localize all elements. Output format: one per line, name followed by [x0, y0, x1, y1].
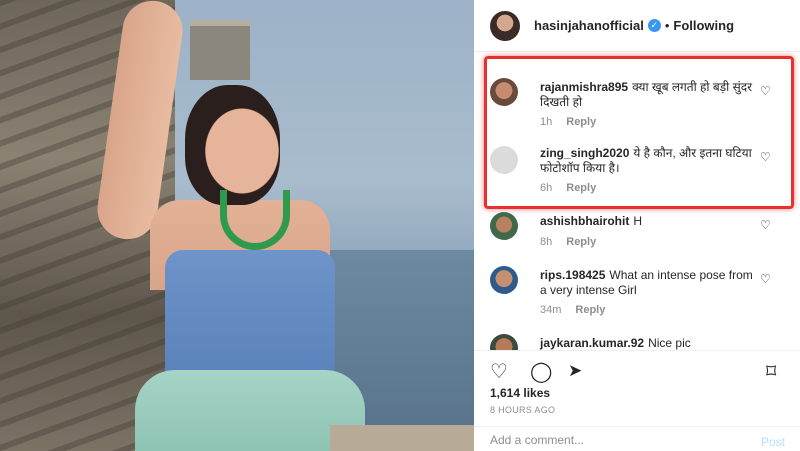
comments-list[interactable]: rajanmishra895 क्या खूब लगती हो बड़ी सुंद… — [474, 52, 800, 350]
commenter-avatar[interactable] — [490, 146, 518, 174]
author-avatar[interactable] — [490, 10, 520, 41]
comment-username[interactable]: jaykaran.kumar.92 — [540, 336, 644, 350]
post-side-panel: hasinjahanofficial ✓ • Following rajanmi… — [474, 0, 800, 451]
comment-body: jaykaran.kumar.92 Nice pic — [540, 336, 755, 350]
share-paper-plane-icon[interactable]: ➤ — [568, 361, 582, 381]
comment-username[interactable]: rajanmishra895 — [540, 80, 628, 94]
comment-username[interactable]: ashishbhairohit — [540, 214, 629, 228]
comment-text: Nice pic — [648, 336, 691, 350]
like-comment-heart-icon[interactable]: ♡ — [760, 84, 771, 98]
comment-username[interactable]: zing_singh2020 — [540, 146, 629, 160]
photo-head — [185, 85, 280, 205]
save-bookmark-icon[interactable]: ⌑ — [766, 359, 776, 384]
comment-age: 1h — [540, 116, 553, 128]
comment-meta: 1h Reply — [540, 116, 596, 128]
comment-meta: 6h Reply — [540, 182, 596, 194]
comment-age: 34m — [540, 304, 562, 316]
likes-count[interactable]: 1,614 likes — [490, 386, 550, 400]
post-comment-button[interactable]: Post — [761, 435, 785, 449]
commenter-avatar[interactable] — [490, 212, 518, 240]
like-comment-heart-icon[interactable]: ♡ — [760, 272, 771, 286]
comment-username[interactable]: rips.198425 — [540, 268, 605, 282]
commenter-avatar[interactable] — [490, 78, 518, 106]
like-comment-heart-icon[interactable]: ♡ — [760, 218, 771, 232]
photo-ledge — [330, 425, 474, 451]
comment-body: ashishbhairohit H — [540, 214, 755, 229]
comment-meta: 8h Reply — [540, 236, 596, 248]
author-username[interactable]: hasinjahanofficial — [534, 18, 644, 33]
photo-pillar — [190, 20, 250, 80]
post-header: hasinjahanofficial ✓ • Following — [474, 0, 800, 52]
like-comment-heart-icon[interactable]: ♡ — [760, 150, 771, 164]
like-heart-icon[interactable]: ♡ — [490, 359, 508, 384]
reply-button[interactable]: Reply — [566, 116, 596, 128]
comment-body: zing_singh2020 ये है कौन, और इतना घटिया फ… — [540, 146, 755, 176]
comment-meta: 34m Reply — [540, 304, 605, 316]
comment-age: 6h — [540, 182, 553, 194]
comment-bubble-icon[interactable]: ◯ — [530, 359, 552, 384]
commenter-avatar[interactable] — [490, 266, 518, 294]
comment-text: H — [633, 214, 643, 228]
post-actions-bar: ♡ ◯ ➤ ⌑ — [474, 350, 800, 390]
comment-body: rajanmishra895 क्या खूब लगती हो बड़ी सुंद… — [540, 80, 755, 110]
following-button[interactable]: Following — [673, 18, 734, 33]
verified-badge-icon: ✓ — [647, 19, 661, 32]
comment-body: rips.198425 What an intense pose from a v… — [540, 268, 755, 298]
header-separator: • — [664, 18, 670, 33]
comment-composer: Post — [474, 426, 800, 451]
add-comment-input[interactable] — [490, 433, 730, 447]
reply-button[interactable]: Reply — [566, 236, 596, 248]
photo-dress-top — [165, 250, 335, 380]
reply-button[interactable]: Reply — [575, 304, 605, 316]
post-timestamp: 8 HOURS AGO — [490, 405, 556, 415]
comment-age: 8h — [540, 236, 553, 248]
commenter-avatar[interactable] — [490, 334, 518, 350]
post-photo — [0, 0, 474, 451]
reply-button[interactable]: Reply — [566, 182, 596, 194]
